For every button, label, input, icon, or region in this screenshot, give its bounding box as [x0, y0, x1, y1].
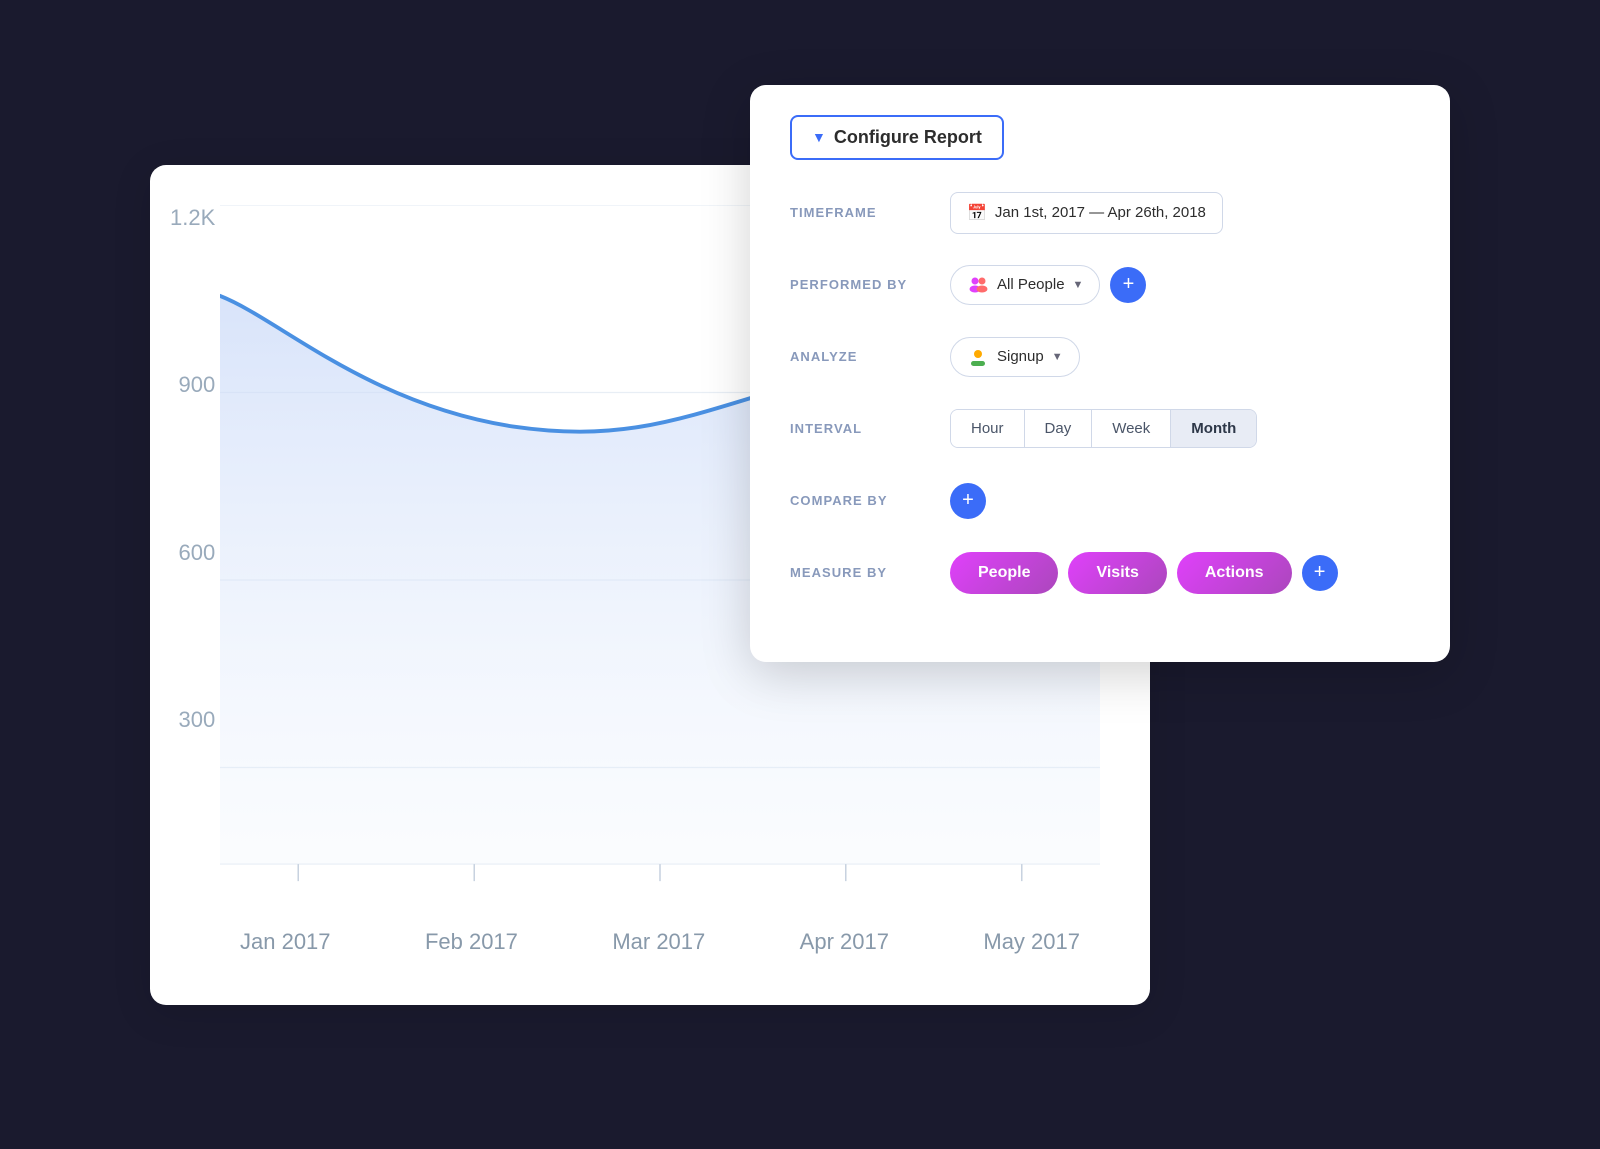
measure-by-content: People Visits Actions + [950, 552, 1338, 594]
analyze-label: ANALYZE [790, 349, 950, 364]
chevron-down-icon: ▼ [1073, 279, 1084, 291]
interval-hour-button[interactable]: Hour [951, 410, 1025, 447]
compare-by-row: COMPARE BY + [790, 478, 1410, 524]
calendar-icon: 📅 [967, 203, 987, 223]
measure-by-label: MEASURE BY [790, 565, 950, 580]
x-label-apr: Apr 2017 [800, 929, 889, 955]
chart-y-labels: 1.2K 900 600 300 [170, 205, 215, 875]
performed-by-label: PERFORMED BY [790, 277, 950, 292]
interval-group: Hour Day Week Month [950, 409, 1257, 448]
compare-by-add-button[interactable]: + [950, 483, 986, 519]
measure-people-button[interactable]: People [950, 552, 1058, 594]
performed-by-add-button[interactable]: + [1110, 267, 1146, 303]
measure-by-add-button[interactable]: + [1302, 555, 1338, 591]
y-label-1200: 1.2K [170, 205, 215, 231]
all-people-dropdown[interactable]: All People ▼ [950, 265, 1100, 305]
performed-by-content: All People ▼ + [950, 265, 1146, 305]
analyze-dropdown[interactable]: Signup ▼ [950, 337, 1080, 377]
x-label-jan: Jan 2017 [240, 929, 331, 955]
configure-report-label: Configure Report [834, 127, 982, 148]
chevron-down-icon: ▼ [812, 129, 826, 145]
x-label-mar: Mar 2017 [612, 929, 705, 955]
interval-day-button[interactable]: Day [1025, 410, 1093, 447]
y-label-900: 900 [179, 372, 216, 398]
timeframe-value: Jan 1st, 2017 — Apr 26th, 2018 [995, 204, 1206, 221]
y-label-300: 300 [179, 707, 216, 733]
timeframe-row: TIMEFRAME 📅 Jan 1st, 2017 — Apr 26th, 20… [790, 190, 1410, 236]
interval-row: INTERVAL Hour Day Week Month [790, 406, 1410, 452]
timeframe-content: 📅 Jan 1st, 2017 — Apr 26th, 2018 [950, 192, 1223, 234]
timeframe-label: TIMEFRAME [790, 205, 950, 220]
x-label-may: May 2017 [983, 929, 1080, 955]
compare-by-content: + [950, 483, 986, 519]
signup-icon [967, 346, 989, 368]
analyze-row: ANALYZE Signup ▼ [790, 334, 1410, 380]
interval-month-button[interactable]: Month [1171, 410, 1256, 447]
interval-label: INTERVAL [790, 421, 950, 436]
all-people-label: All People [997, 276, 1065, 293]
analyze-value: Signup [997, 348, 1044, 365]
measure-by-row: MEASURE BY People Visits Actions + [790, 550, 1410, 596]
measure-actions-button[interactable]: Actions [1177, 552, 1292, 594]
chart-x-labels: Jan 2017 Feb 2017 Mar 2017 Apr 2017 May … [220, 929, 1100, 955]
x-label-feb: Feb 2017 [425, 929, 518, 955]
analyze-content: Signup ▼ [950, 337, 1080, 377]
configure-report-button[interactable]: ▼ Configure Report [790, 115, 1004, 160]
compare-by-label: COMPARE BY [790, 493, 950, 508]
people-icon [967, 274, 989, 296]
performed-by-row: PERFORMED BY All People ▼ + [790, 262, 1410, 308]
config-header: ▼ Configure Report [790, 115, 1410, 160]
timeframe-button[interactable]: 📅 Jan 1st, 2017 — Apr 26th, 2018 [950, 192, 1223, 234]
interval-content: Hour Day Week Month [950, 409, 1257, 448]
config-panel: ▼ Configure Report TIMEFRAME 📅 Jan 1st, … [750, 85, 1450, 662]
measure-visits-button[interactable]: Visits [1068, 552, 1166, 594]
interval-week-button[interactable]: Week [1092, 410, 1171, 447]
chevron-down-icon: ▼ [1052, 351, 1063, 363]
y-label-600: 600 [179, 540, 216, 566]
